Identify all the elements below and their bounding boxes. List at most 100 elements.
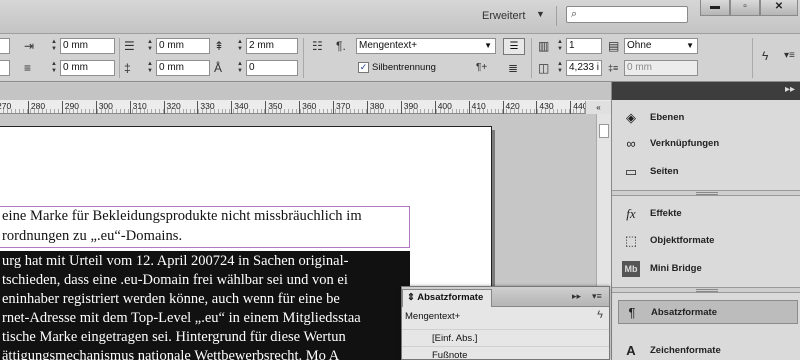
separator	[752, 38, 753, 78]
panel-group-divider[interactable]	[612, 190, 800, 196]
horizontal-ruler[interactable]: 270 280 290 300 310 320 330 340 350 360 370 380 390 4…	[0, 100, 611, 114]
drop-cap-icon: Å	[214, 61, 223, 75]
spinner-up-down[interactable]: ▲ ▼	[236, 61, 244, 75]
panel-item-label: Verknüpfungen	[650, 138, 720, 149]
paragraph-style-dropdown[interactable]: Mengentext+ ▼	[356, 38, 496, 54]
spinner-up-down[interactable]: ▲ ▼	[146, 39, 154, 53]
panel-item-label: Effekte	[650, 208, 682, 219]
tab-absatzformate[interactable]: ⇕ Absatzformate	[402, 289, 492, 307]
panel-item-label: Absatzformate	[651, 307, 717, 318]
search-input[interactable]: ⌕	[566, 6, 688, 23]
style-list-item[interactable]: Fußnote	[402, 346, 609, 360]
panel-item-ebenen[interactable]: ◈ Ebenen	[618, 106, 798, 130]
selected-text-block[interactable]: urg hat mit Urteil vom 12. April 200724 …	[0, 251, 410, 360]
left-indent-field[interactable]: 0 mm	[60, 38, 115, 54]
ruler-tick-label: 320	[163, 101, 181, 114]
chevron-down-icon: ▼	[484, 41, 492, 50]
split-gap-icon: ‡≡	[608, 63, 619, 73]
restore-button[interactable]: ▫	[730, 0, 760, 16]
align-to-grid-button[interactable]: ☰	[503, 38, 525, 55]
ruler-tick-label: 430	[536, 101, 554, 114]
align-baseline-icon[interactable]: ≣	[508, 60, 518, 76]
collapse-dock-icon[interactable]: ▸▸	[785, 84, 795, 95]
left-indent-icon: ⇥	[24, 39, 35, 53]
spinner-up-down[interactable]: ▲ ▼	[50, 39, 58, 53]
right-indent-field-cut[interactable]	[0, 60, 10, 76]
first-line-indent-field[interactable]: 0 mm	[60, 60, 115, 76]
paragraph-style-options-icon[interactable]: ¶+	[476, 60, 487, 76]
panel-item-mini-bridge[interactable]: Mb Mini Bridge	[618, 257, 798, 281]
column-width-icon: ◫	[538, 61, 550, 75]
ruler-tick-label: 290	[61, 101, 79, 114]
panel-item-label: Zeichenformate	[650, 345, 721, 356]
ruler-tick-label: 340	[231, 101, 248, 114]
scrollbar-thumb[interactable]	[599, 124, 609, 138]
grip-icon	[696, 192, 718, 195]
panel-item-effekte[interactable]: fx Effekte	[618, 202, 798, 226]
panel-item-label: Seiten	[650, 166, 679, 177]
layers-icon: ◈	[626, 110, 636, 125]
panel-header[interactable]: ⇕ Absatzformate ▸▸ ▾≡	[402, 287, 609, 307]
space-before-field[interactable]: 0 mm	[156, 38, 210, 54]
workspace-dropdown-icon[interactable]: ▼	[536, 9, 545, 19]
columns-field[interactable]: 1	[566, 38, 602, 54]
panel-menu-icon[interactable]: ▾≡	[784, 48, 795, 64]
object-styles-icon: ⬚	[624, 233, 638, 248]
search-icon: ⌕	[571, 8, 578, 20]
close-button[interactable]: ✕	[760, 0, 798, 16]
ruler-collapse-icon[interactable]: «	[585, 101, 611, 114]
paragraph-styles-panel: ⇕ Absatzformate ▸▸ ▾≡ Mengentext+ ϟ [Ein…	[401, 286, 610, 360]
spinner-up-down[interactable]: ▲ ▼	[236, 39, 244, 53]
new-style-from-selection-icon[interactable]: ϟ	[597, 309, 603, 321]
bullet-list-icon[interactable]: ☷	[312, 38, 323, 54]
spinner-up-down[interactable]: ▲ ▼	[146, 61, 154, 75]
mini-bridge-icon: Mb	[622, 261, 640, 277]
separator	[556, 6, 557, 26]
panel-item-seiten[interactable]: ▭ Seiten	[618, 160, 798, 184]
minimize-button[interactable]: ▬	[700, 0, 730, 16]
ruler-tick-label: 400	[434, 101, 452, 114]
panel-item-label: Objektformate	[650, 235, 715, 246]
spinner-up-down[interactable]: ▲ ▼	[50, 61, 58, 75]
text-frame[interactable]: eine Marke für Bekleidungsprodukte nicht…	[0, 206, 410, 248]
panel-group-divider[interactable]	[612, 287, 800, 293]
left-indent-field-cut[interactable]	[0, 38, 10, 54]
space-after-field[interactable]: 0 mm	[156, 60, 210, 76]
panel-item-objektformate[interactable]: ⬚ Objektformate	[618, 229, 798, 253]
style-list-item[interactable]: [Einf. Abs.]	[402, 329, 609, 346]
column-width-field[interactable]: 4,233 i	[566, 60, 602, 76]
spinner-up-down[interactable]: ▲ ▼	[556, 61, 564, 75]
selected-text-line: ättigungsmechanismus nationale Wettbewer…	[2, 348, 340, 360]
split-gap-field[interactable]: 0 mm	[624, 60, 698, 76]
baseline-icon: ‡	[124, 61, 131, 75]
dock-header[interactable]: ▸▸	[612, 82, 800, 100]
ruler-tick-label: 420	[502, 101, 520, 114]
chevron-down-icon: ▼	[686, 41, 694, 50]
hyphenation-checkbox[interactable]: ✓	[358, 62, 369, 73]
drop-cap-lines-field[interactable]: 0	[246, 60, 298, 76]
panel-item-absatzformate[interactable]: ¶ Absatzformate	[618, 300, 798, 324]
span-columns-dropdown[interactable]: Ohne ▼	[624, 38, 698, 54]
workspace-switcher[interactable]: Erweitert	[482, 10, 525, 22]
panel-item-zeichenformate[interactable]: A Zeichenformate	[618, 339, 798, 360]
space-after-right-field[interactable]: 2 mm	[246, 38, 298, 54]
space-after-icon: ⇞	[214, 39, 225, 53]
ruler-tick-label: 350	[265, 101, 282, 114]
panel-item-verknuepfungen[interactable]: ∞ Verknüpfungen	[618, 132, 798, 156]
panel-menu-icon[interactable]: ▾≡	[592, 291, 602, 302]
space-before-icon: ☰	[124, 39, 135, 53]
pages-icon: ▭	[624, 164, 638, 179]
paragraph-style-value: Mengentext+	[359, 40, 418, 51]
control-panel: ⇥ ≡ ▲ ▼ 0 mm ▲ ▼ 0 mm ☰ ‡ ▲ ▼ 0 mm ▲ ▼ 0 mm …	[0, 34, 800, 82]
spinner-up-down[interactable]: ▲ ▼	[556, 39, 564, 53]
ruler-tick-label: 300	[95, 101, 113, 114]
span-columns-value: Ohne	[627, 40, 652, 51]
panel-item-label: Mini Bridge	[650, 263, 702, 274]
separator	[303, 38, 304, 78]
ruler-tick-label: 310	[129, 101, 147, 114]
quick-apply-icon[interactable]: ϟ	[762, 48, 768, 64]
ruler-tick-label: 280	[27, 101, 45, 114]
ruler-tick-label: 270	[0, 101, 11, 114]
collapse-panel-icon[interactable]: ▸▸	[572, 291, 581, 302]
selected-text-line: tschieden, dass eine .eu-Domain frei wäh…	[2, 272, 348, 288]
